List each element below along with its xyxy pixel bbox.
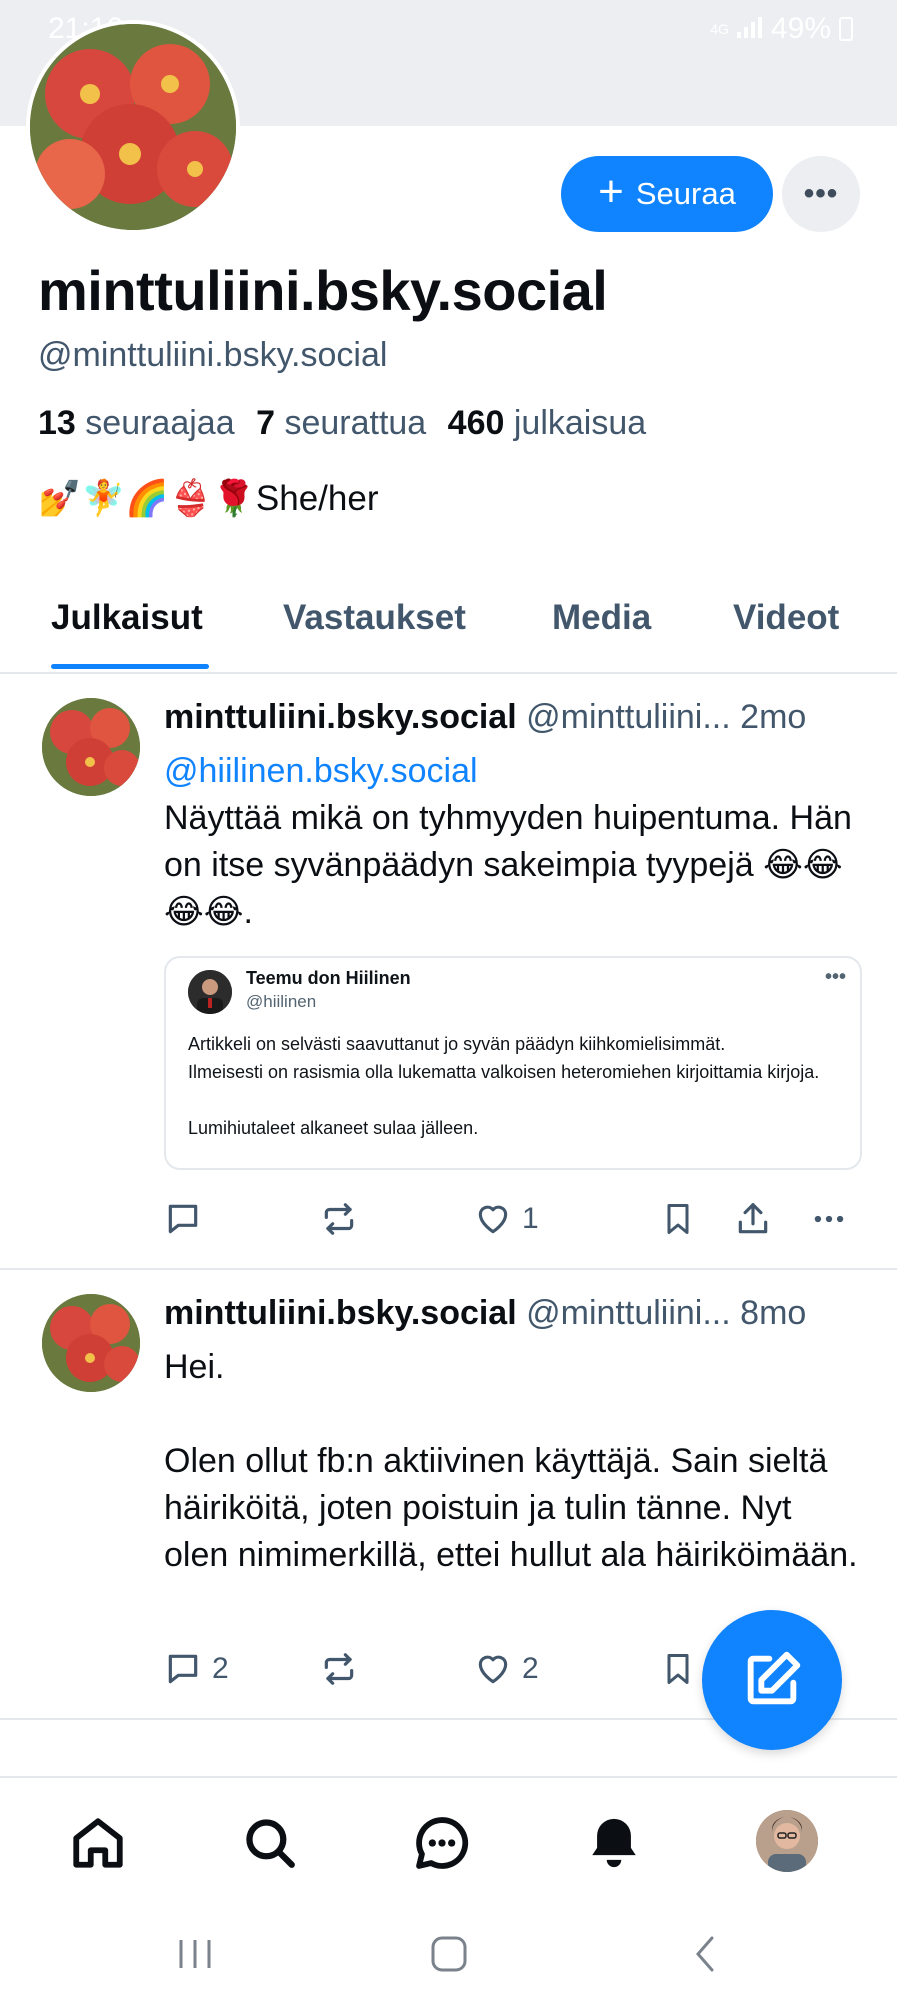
chat-icon bbox=[416, 1817, 469, 1869]
bookmark-icon bbox=[667, 1654, 689, 1684]
like-count: 1 bbox=[522, 1202, 539, 1235]
share-button[interactable] bbox=[734, 1194, 772, 1244]
more-options-button[interactable]: ••• bbox=[782, 156, 860, 232]
embed-line: Ilmeisesti on rasismia olla lukematta va… bbox=[188, 1062, 820, 1082]
recent-apps-icon bbox=[179, 1940, 211, 1968]
compose-button[interactable] bbox=[702, 1610, 842, 1750]
reply-icon bbox=[168, 1204, 198, 1234]
network-type: 4G bbox=[710, 21, 729, 37]
post-author-handle[interactable]: @minttuliini... bbox=[526, 1294, 731, 1332]
tab-replies[interactable]: Vastaukset bbox=[283, 598, 466, 638]
follow-button[interactable]: + Seuraa bbox=[561, 156, 773, 232]
ellipsis-icon: ••• bbox=[803, 177, 839, 210]
bell-icon bbox=[592, 1818, 636, 1868]
mention-link[interactable]: @hiilinen.bsky.social bbox=[164, 752, 478, 790]
follow-button-label: Seuraa bbox=[635, 176, 736, 211]
nav-chat[interactable] bbox=[407, 1808, 477, 1878]
reply-count: 2 bbox=[212, 1652, 229, 1685]
like-count: 2 bbox=[522, 1652, 539, 1685]
profile-handle: @minttuliini.bsky.social bbox=[38, 336, 388, 374]
battery-icon bbox=[839, 17, 853, 41]
post-header: minttuliini.bsky.social @minttuliini... … bbox=[164, 698, 806, 737]
post-more-button[interactable] bbox=[810, 1194, 848, 1244]
share-icon bbox=[738, 1203, 768, 1234]
post-author-avatar[interactable] bbox=[42, 698, 140, 796]
ellipsis-icon bbox=[814, 1215, 844, 1223]
post-author-avatar[interactable] bbox=[42, 1294, 140, 1392]
tab-posts[interactable]: Julkaisut bbox=[51, 598, 203, 638]
tab-videos[interactable]: Videot bbox=[733, 598, 839, 638]
back-icon bbox=[696, 1936, 714, 1972]
embed-text: Artikkeli on selvästi saavuttanut jo syv… bbox=[188, 1030, 848, 1142]
like-button[interactable]: 1 bbox=[474, 1194, 539, 1244]
embed-author-handle: @hiilinen bbox=[246, 992, 317, 1011]
bookmark-icon bbox=[667, 1204, 689, 1234]
post-body-line: Hei. bbox=[164, 1348, 225, 1386]
nav-notifications[interactable] bbox=[579, 1808, 649, 1878]
post-timestamp[interactable]: 8mo bbox=[740, 1294, 806, 1332]
search-icon bbox=[246, 1819, 295, 1868]
repost-icon bbox=[324, 1203, 354, 1235]
system-navigation-bar bbox=[0, 1906, 897, 2000]
post-author-handle[interactable]: @minttuliini... bbox=[526, 698, 731, 736]
heart-icon bbox=[478, 1205, 508, 1234]
nav-profile-avatar[interactable] bbox=[756, 1810, 818, 1872]
nav-home[interactable] bbox=[63, 1808, 133, 1878]
like-button[interactable]: 2 bbox=[474, 1644, 539, 1694]
post-author-name[interactable]: minttuliini.bsky.social bbox=[164, 1294, 517, 1332]
nav-search[interactable] bbox=[235, 1808, 305, 1878]
plus-icon: + bbox=[598, 167, 624, 216]
repost-icon bbox=[324, 1653, 354, 1685]
battery-percent: 49% bbox=[770, 12, 831, 45]
feed-post[interactable]: minttuliini.bsky.social @minttuliini... … bbox=[0, 676, 897, 1270]
post-body-line: Olen ollut fb:n aktiivinen käyttäjä. Sai… bbox=[164, 1442, 858, 1574]
post-actions: 1 bbox=[164, 1194, 864, 1244]
embed-line: Artikkeli on selvästi saavuttanut jo syv… bbox=[188, 1034, 726, 1054]
profile-bio: 💅🧚🌈👙🌹She/her bbox=[38, 479, 379, 518]
followers-count[interactable]: 13 bbox=[38, 404, 76, 442]
back-button[interactable] bbox=[680, 1930, 730, 1978]
repost-button[interactable] bbox=[320, 1194, 358, 1244]
embed-line: Lumihiutaleet alkaneet sulaa jälleen. bbox=[188, 1118, 479, 1138]
tab-media[interactable]: Media bbox=[552, 598, 651, 638]
following-count[interactable]: 7 bbox=[256, 404, 275, 442]
active-tab-indicator bbox=[51, 664, 209, 669]
home-system-button[interactable] bbox=[424, 1930, 474, 1978]
post-text: @hiilinen.bsky.social Näyttää mikä on ty… bbox=[164, 748, 864, 936]
bookmark-button[interactable] bbox=[660, 1644, 696, 1694]
signal-icon bbox=[736, 12, 763, 46]
reply-button[interactable] bbox=[164, 1194, 202, 1244]
post-text: Hei. Olen ollut fb:n aktiivinen käyttäjä… bbox=[164, 1344, 864, 1579]
following-label[interactable]: seurattua bbox=[284, 404, 426, 442]
post-timestamp[interactable]: 2mo bbox=[740, 698, 806, 736]
heart-icon bbox=[478, 1655, 508, 1684]
post-body: Näyttää mikä on tyhmyyden huipentuma. Hä… bbox=[164, 799, 852, 931]
followers-label[interactable]: seuraajaa bbox=[85, 404, 234, 442]
bookmark-button[interactable] bbox=[660, 1194, 696, 1244]
profile-avatar[interactable] bbox=[26, 20, 240, 234]
reply-button[interactable]: 2 bbox=[164, 1644, 229, 1694]
recent-apps-button[interactable] bbox=[170, 1930, 220, 1978]
post-header: minttuliini.bsky.social @minttuliini... … bbox=[164, 1294, 806, 1333]
embed-avatar bbox=[188, 970, 232, 1014]
embedded-image[interactable]: Teemu don Hiilinen @hiilinen ••• Artikke… bbox=[164, 956, 862, 1170]
home-system-icon bbox=[431, 1936, 467, 1972]
embed-author-name: Teemu don Hiilinen bbox=[246, 968, 411, 988]
profile-stats: 13 seuraajaa 7 seurattua 460 julkaisua bbox=[38, 404, 646, 443]
embed-ellipsis-icon: ••• bbox=[824, 966, 846, 988]
posts-label: julkaisua bbox=[513, 404, 647, 442]
repost-button[interactable] bbox=[320, 1644, 358, 1694]
post-author-name[interactable]: minttuliini.bsky.social bbox=[164, 698, 517, 736]
profile-display-name: minttuliini.bsky.social bbox=[38, 259, 608, 322]
reply-icon bbox=[168, 1654, 198, 1684]
bottom-navigation bbox=[0, 1776, 897, 1906]
posts-count: 460 bbox=[447, 404, 505, 442]
compose-icon bbox=[747, 1651, 801, 1705]
home-icon bbox=[73, 1818, 123, 1868]
profile-tabs: Julkaisut Vastaukset Media Videot bbox=[0, 592, 897, 674]
status-indicators: 4G 49% bbox=[710, 12, 853, 46]
